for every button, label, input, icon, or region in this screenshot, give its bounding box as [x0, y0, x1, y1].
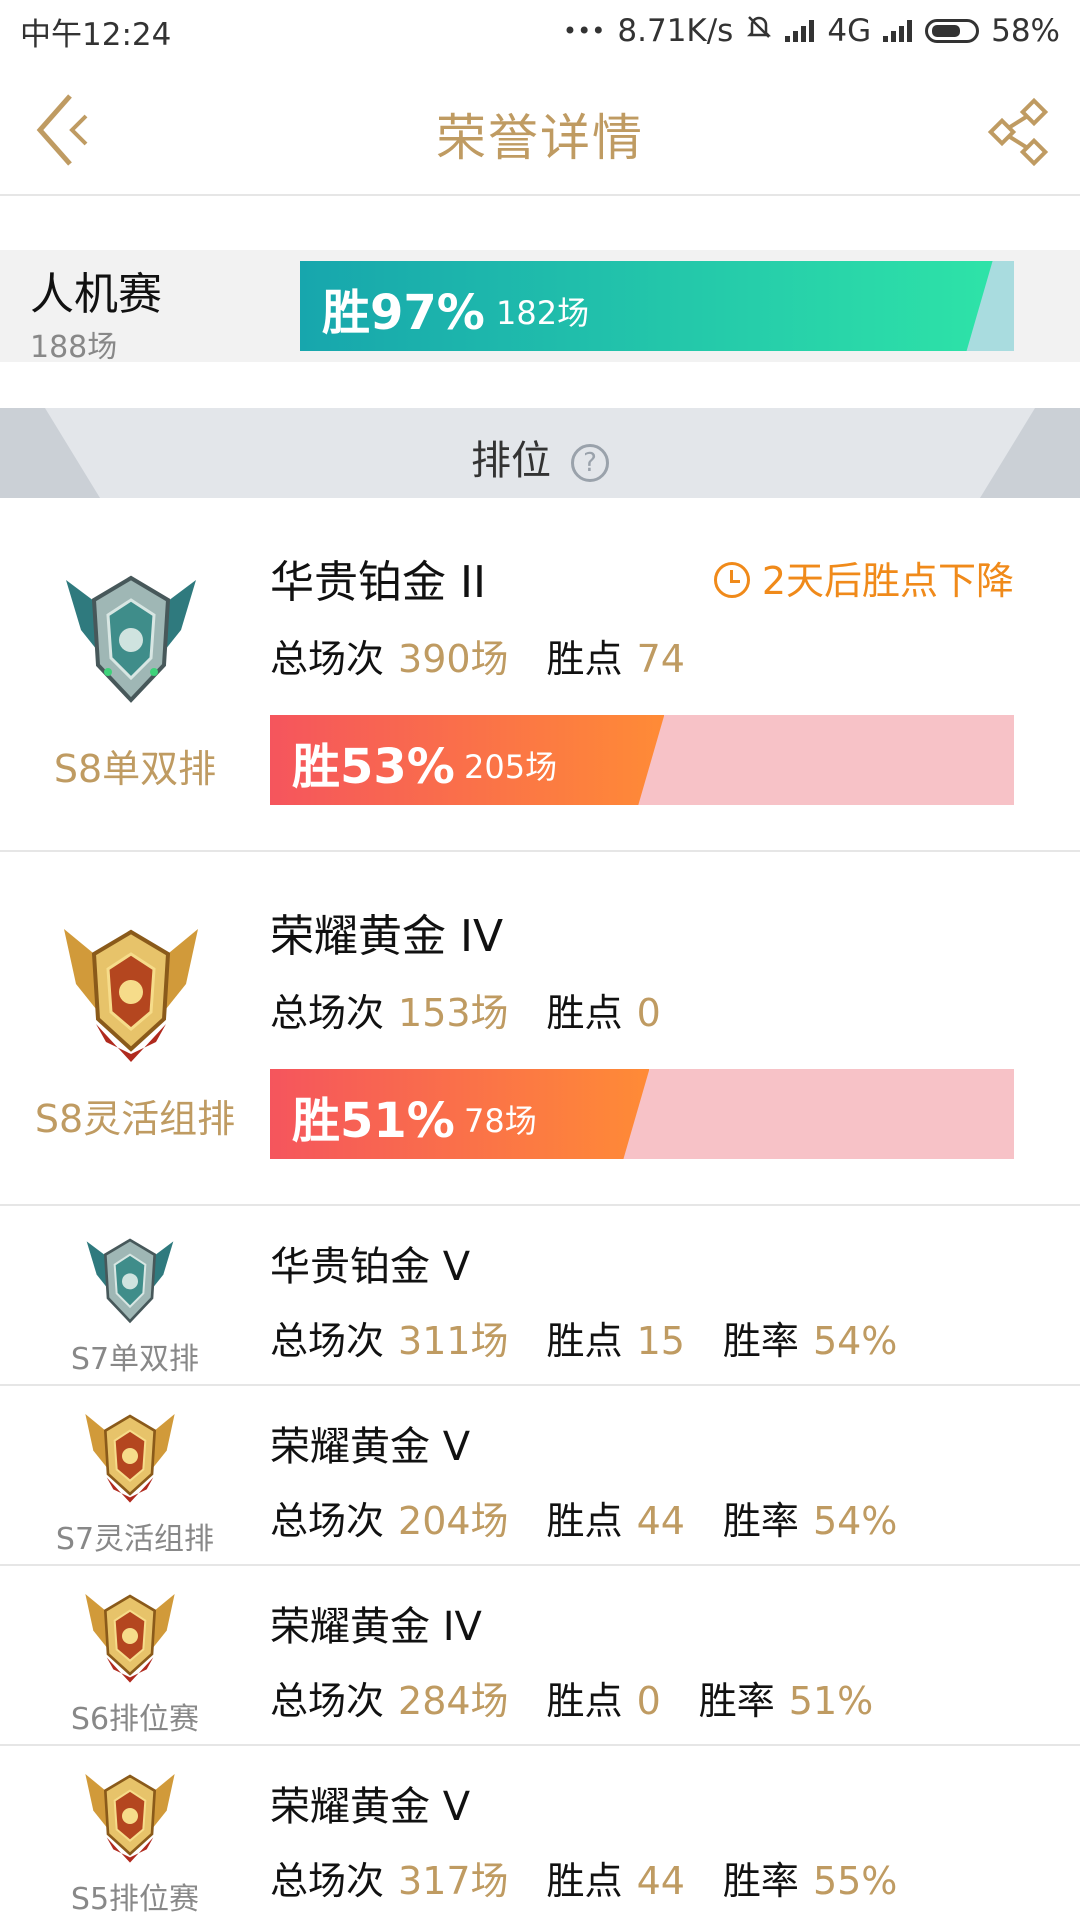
rank-win-bar: 胜53% 205场 [270, 715, 1014, 805]
signal-icon-2 [883, 20, 913, 42]
clock-icon [713, 562, 750, 598]
title-bar: 荣誉详情 [0, 62, 1080, 196]
past-season-row[interactable]: S6排位赛 荣耀黄金 IV 总场次 284场 胜点 0 胜率 51% [0, 1566, 1080, 1746]
rank-win-games: 78场 [464, 1102, 537, 1140]
tier-name: 荣耀黄金 V [270, 1424, 471, 1470]
signal-icon [785, 20, 815, 42]
points-value: 15 [636, 1319, 685, 1363]
season-stats: 总场次 204场 胜点 44 胜率 54% [270, 1490, 897, 1545]
total-games-value: 390场 [398, 637, 509, 681]
points-value: 0 [636, 991, 661, 1035]
total-games-label: 总场次 [270, 1499, 385, 1543]
season-card[interactable]: S8灵活组排 荣耀黄金 IV 总场次 153场 胜点 0 胜51% 78场 [0, 852, 1080, 1206]
tier-name: 华贵铂金 II [270, 557, 486, 608]
points-label: 胜点 [546, 637, 623, 681]
points-label: 胜点 [546, 1499, 623, 1543]
pve-row[interactable]: 人机赛 188场 胜97% 182场 [0, 250, 1080, 365]
season-label: S8单双排 [53, 747, 217, 791]
rank-win-games: 205场 [464, 748, 558, 786]
season-stats: 总场次 284场 胜点 0 胜率 51% [270, 1670, 873, 1725]
total-games-value: 317场 [398, 1859, 509, 1903]
pve-game-count: 188场 [30, 330, 118, 365]
rank-section-title: 排位? [0, 428, 1080, 486]
pve-mode-name: 人机赛 [30, 269, 162, 320]
total-games-label: 总场次 [270, 991, 385, 1035]
past-season-row[interactable]: S7灵活组排 荣耀黄金 V 总场次 204场 胜点 44 胜率 54% [0, 1386, 1080, 1566]
gold-emblem-icon [85, 1594, 175, 1683]
points-label: 胜点 [546, 1679, 623, 1723]
season-stats: 总场次 311场 胜点 15 胜率 54% [270, 1310, 897, 1365]
total-games-label: 总场次 [270, 1679, 385, 1723]
points-value: 44 [636, 1499, 685, 1543]
tier-name: 荣耀黄金 IV [270, 911, 504, 962]
win-rate-label: 胜率 [722, 1319, 799, 1363]
total-games-value: 311场 [398, 1319, 509, 1363]
season-label: S7灵活组排 [55, 1522, 215, 1557]
gold-emblem-icon [85, 1774, 175, 1863]
status-bar: 中午12:24 ••• 8.71K/s 4G 58% [0, 0, 1080, 62]
win-rate-value: 54% [812, 1499, 898, 1543]
decay-text: 2天后胜点下降 [761, 559, 1014, 603]
total-games-value: 204场 [398, 1499, 509, 1543]
season-stats: 总场次 317场 胜点 44 胜率 55% [270, 1850, 897, 1905]
win-rate-value: 55% [812, 1859, 898, 1903]
rank-win-rate: 胜51% [292, 1093, 455, 1149]
season-label: S7单双排 [70, 1342, 200, 1377]
points-label: 胜点 [546, 1859, 623, 1903]
rank-win-bar: 胜51% 78场 [270, 1069, 1014, 1159]
page-title: 荣誉详情 [436, 109, 644, 167]
help-icon[interactable]: ? [571, 444, 609, 482]
share-button[interactable] [986, 96, 1056, 167]
share-icon [987, 97, 1049, 167]
battery-icon [925, 19, 980, 43]
season-label: S8灵活组排 [34, 1097, 236, 1141]
pve-win-bar: 胜97% 182场 [300, 261, 1014, 351]
pve-win-games: 182场 [496, 294, 590, 332]
platinum-emblem-icon [66, 575, 196, 703]
status-icons: ••• 8.71K/s 4G 58% [563, 13, 1060, 49]
past-season-row[interactable]: S7单双排 华贵铂金 V 总场次 311场 胜点 15 胜率 54% [0, 1206, 1080, 1386]
network-type: 4G [827, 13, 872, 49]
points-value: 44 [636, 1859, 685, 1903]
mute-icon [745, 13, 773, 49]
total-games-value: 284场 [398, 1679, 509, 1723]
points-label: 胜点 [546, 991, 623, 1035]
network-speed: 8.71K/s [617, 13, 734, 49]
win-rate-label: 胜率 [698, 1679, 775, 1723]
rank-win-rate: 胜53% [292, 739, 455, 795]
total-games-label: 总场次 [270, 637, 385, 681]
tier-name: 荣耀黄金 V [270, 1784, 471, 1830]
season-stats: 总场次 153场 胜点 0 [270, 982, 661, 1037]
platinum-emblem-icon [86, 1238, 174, 1324]
rank-title-text: 排位 [471, 438, 551, 484]
win-rate-label: 胜率 [722, 1859, 799, 1903]
battery-level: 58% [991, 13, 1060, 49]
pve-win-rate: 胜97% [322, 285, 485, 341]
total-games-label: 总场次 [270, 1319, 385, 1363]
status-time: 中午12:24 [20, 16, 172, 53]
win-rate-value: 54% [812, 1319, 898, 1363]
tier-name: 荣耀黄金 IV [270, 1604, 482, 1650]
season-stats: 总场次 390场 胜点 74 [270, 628, 685, 683]
win-rate-value: 51% [788, 1679, 874, 1723]
points-value: 74 [636, 637, 685, 681]
gold-emblem-icon [64, 929, 198, 1062]
season-label: S6排位赛 [70, 1702, 200, 1737]
points-decay-warning: 2天后胜点下降 [713, 550, 1014, 605]
more-dots-icon: ••• [562, 17, 606, 45]
season-label: S5排位赛 [70, 1882, 200, 1917]
total-games-value: 153场 [398, 991, 509, 1035]
past-season-row[interactable]: S5排位赛 荣耀黄金 V 总场次 317场 胜点 44 胜率 55% [0, 1746, 1080, 1920]
points-label: 胜点 [546, 1319, 623, 1363]
rank-section-header: 排位? [0, 408, 1080, 498]
gold-emblem-icon [85, 1414, 175, 1503]
tier-name: 华贵铂金 V [270, 1244, 471, 1290]
win-rate-label: 胜率 [722, 1499, 799, 1543]
points-value: 0 [636, 1679, 661, 1723]
season-card[interactable]: S8单双排 华贵铂金 II 2天后胜点下降 总场次 390场 胜点 74 胜53% 2… [0, 498, 1080, 852]
total-games-label: 总场次 [270, 1859, 385, 1903]
